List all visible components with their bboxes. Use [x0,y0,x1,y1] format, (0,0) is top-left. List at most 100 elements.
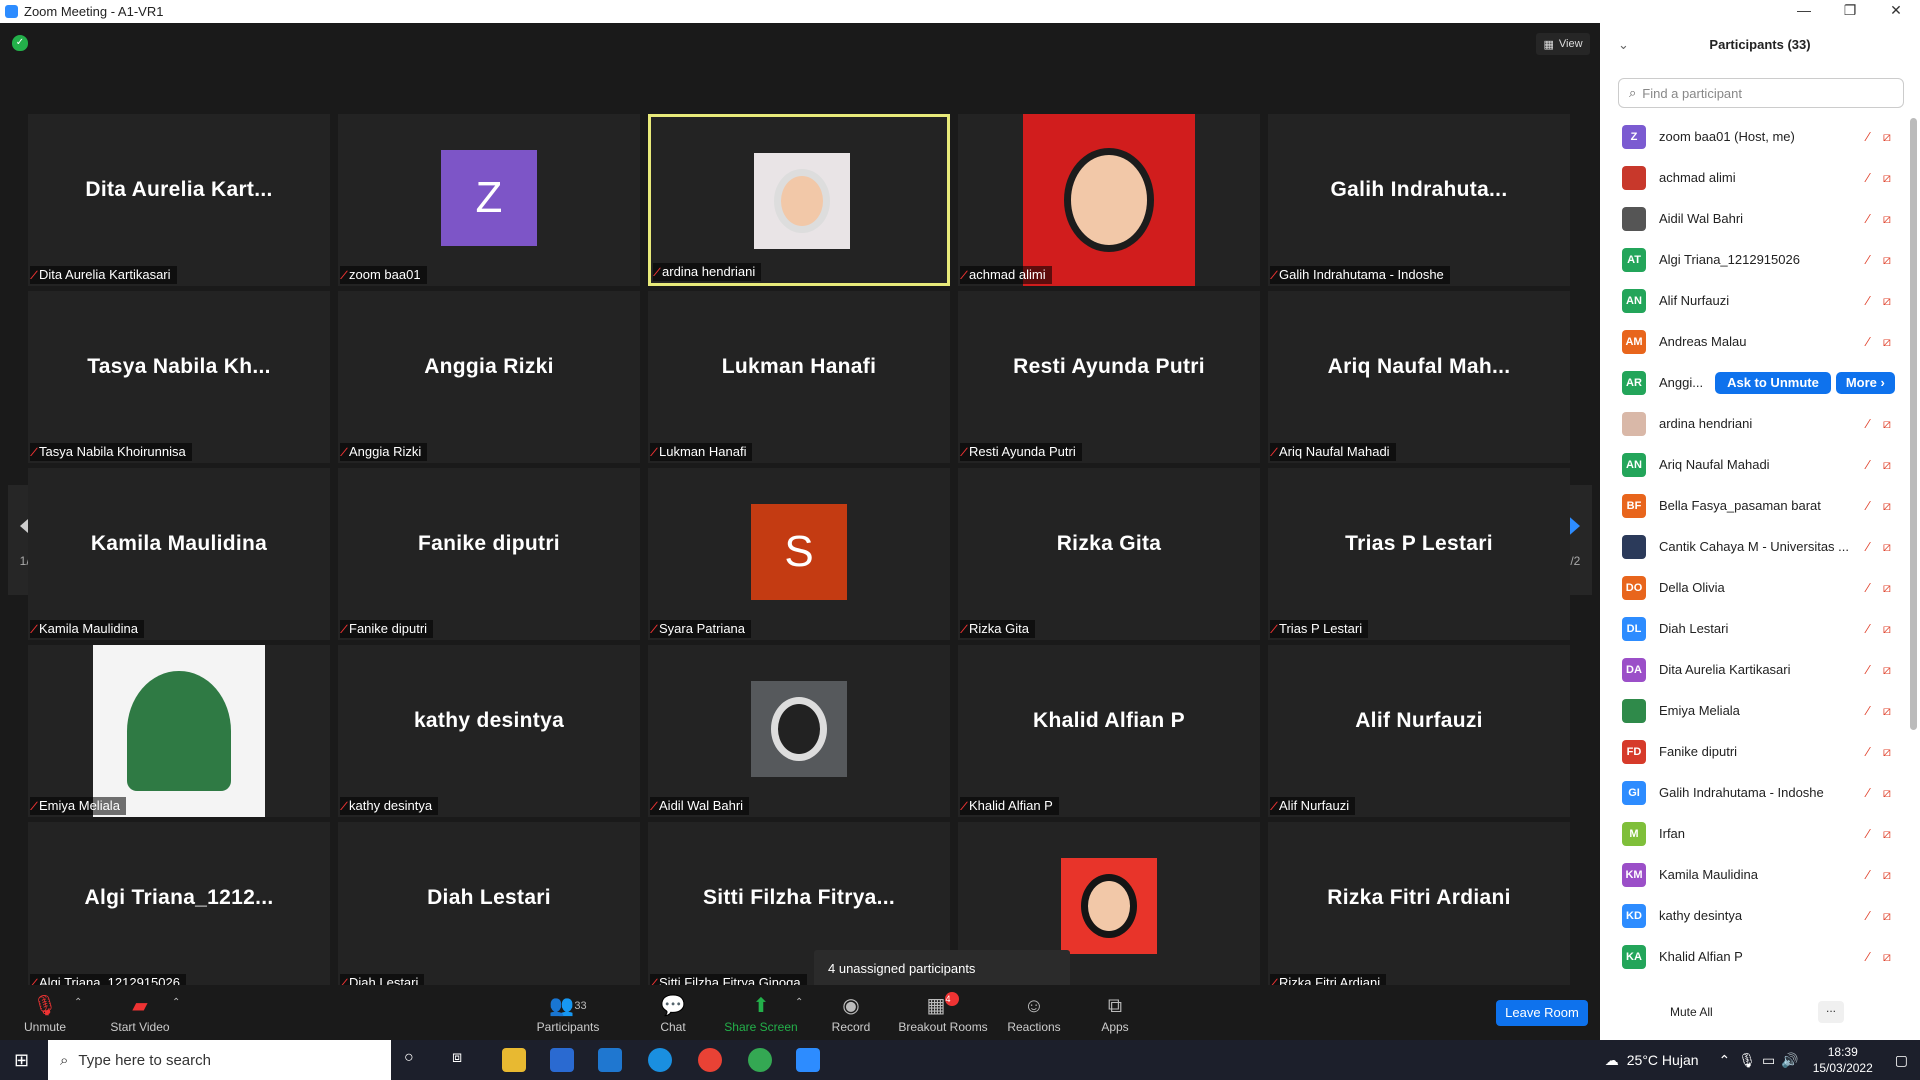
volume-icon[interactable]: 🔊 [1781,1052,1798,1069]
tile-name-text: Fanike diputri [349,621,428,636]
participant-row[interactable]: ardina hendriani ⁄ ⧄ [1600,403,1900,444]
gallery-grid: Dita Aurelia Kart... ⁄ Dita Aurelia Kartik… [28,92,1573,994]
video-tile[interactable]: Alif Nurfauzi ⁄ Alif Nurfauzi [1268,645,1570,817]
tile-name-text: Emiya Meliala [39,798,120,813]
share-screen-button[interactable]: ⬆ Share Screen [724,985,798,1040]
panel-scrollbar[interactable] [1910,118,1917,730]
video-tile[interactable]: Z ⁄ zoom baa01 [338,114,640,286]
video-tile[interactable]: Ariq Naufal Mah... ⁄ Ariq Naufal Mahadi [1268,291,1570,463]
window-title: Zoom Meeting - A1-VR1 [24,4,164,19]
store-icon[interactable] [550,1048,574,1072]
apps-button[interactable]: ⧉ Apps [1100,985,1130,1040]
windows-start-icon[interactable]: ⊞ [14,1050,29,1071]
participants-button[interactable]: 👥33 Participants [536,985,600,1040]
file-explorer-icon[interactable] [502,1048,526,1072]
mute-all-button[interactable]: Mute All [1670,1005,1713,1019]
video-tile[interactable]: Resti Ayunda Putri ⁄ Resti Ayunda Putri [958,291,1260,463]
participant-row[interactable]: GI Galih Indrahutama - Indoshe ⁄ ⧄ [1600,772,1900,813]
security-shield-icon[interactable]: ✓ [12,35,28,51]
notifications-icon[interactable]: ▢ [1895,1052,1908,1069]
participant-row[interactable]: AN Ariq Naufal Mahadi ⁄ ⧄ [1600,444,1900,485]
muted-status-icon: ⁄ ⧄ [1866,292,1896,308]
participant-row[interactable]: AT Algi Triana_1212915026 ⁄ ⧄ [1600,239,1900,280]
video-options-caret-icon[interactable]: ⌃ [172,997,180,1008]
chrome-icon[interactable] [698,1048,722,1072]
participant-row[interactable]: BF Bella Fasya_pasaman barat ⁄ ⧄ [1600,485,1900,526]
participant-avatar: KA [1622,944,1646,969]
task-view-icon[interactable]: ⧈ [452,1049,462,1067]
video-tile[interactable]: kathy desintya ⁄ kathy desintya [338,645,640,817]
video-tile[interactable]: Fanike diputri ⁄ Fanike diputri [338,468,640,640]
minimize-icon[interactable]: — [1784,0,1824,23]
cortana-icon[interactable]: ○ [404,1049,414,1067]
network-icon[interactable]: ▭ [1762,1052,1775,1069]
video-tile[interactable]: Lukman Hanafi ⁄ Lukman Hanafi [648,291,950,463]
more-options-button[interactable]: ... [1818,1001,1844,1023]
taskbar-search[interactable]: ⌕ Type here to search [48,1040,391,1080]
reactions-button[interactable]: ☺ Reactions [1007,985,1060,1040]
zoom-taskbar-icon[interactable] [796,1048,820,1072]
tile-display-name: Trias P Lestari [1345,532,1493,555]
participant-row[interactable]: AR Anggi... Ask to Unmute More › [1600,362,1900,403]
participant-row[interactable]: Cantik Cahaya M - Universitas ... ⁄ ⧄ [1600,526,1900,567]
video-tile[interactable]: ⁄ Emiya Meliala [28,645,330,817]
unmute-button[interactable]: 🎙 Unmute [20,985,70,1040]
participant-row[interactable]: achmad alimi ⁄ ⧄ [1600,157,1900,198]
tile-name-label: ⁄ Trias P Lestari [1270,620,1369,638]
participants-icon: 👥33 [549,995,587,1017]
participant-search[interactable]: ⌕ [1618,78,1904,108]
participant-row[interactable]: DA Dita Aurelia Kartikasari ⁄ ⧄ [1600,649,1900,690]
video-tile[interactable]: ⁄ achmad alimi [958,114,1260,286]
participant-row[interactable]: Emiya Meliala ⁄ ⧄ [1600,690,1900,731]
breakout-rooms-button[interactable]: ▦4 Breakout Rooms [898,985,988,1040]
participant-avatar: AR [1622,370,1646,395]
audio-options-caret-icon[interactable]: ⌃ [74,997,82,1008]
participant-row[interactable]: DO Della Olivia ⁄ ⧄ [1600,567,1900,608]
participant-row[interactable]: M Irfan ⁄ ⧄ [1600,813,1900,854]
tile-name-text: zoom baa01 [349,267,421,282]
view-button[interactable]: ▦ View [1536,33,1590,55]
video-tile[interactable]: Kamila Maulidina ⁄ Kamila Maulidina [28,468,330,640]
video-tile[interactable]: Dita Aurelia Kart... ⁄ Dita Aurelia Kartik… [28,114,330,286]
video-tile[interactable]: Khalid Alfian P ⁄ Khalid Alfian P [958,645,1260,817]
chevron-up-icon[interactable]: ⌃ [1719,1052,1731,1069]
video-tile[interactable]: Galih Indrahuta... ⁄ Galih Indrahutama - I… [1268,114,1570,286]
participant-row[interactable]: KD kathy desintya ⁄ ⧄ [1600,895,1900,936]
mic-tray-icon[interactable]: 🎙 [1738,1052,1756,1069]
ask-to-unmute-button[interactable]: Ask to Unmute [1715,371,1831,394]
participant-row[interactable]: Zzoom baa01 (Host, me) ⁄ ⧄ [1600,116,1900,157]
participant-search-input[interactable] [1642,85,1883,101]
video-tile[interactable]: Rizka Gita ⁄ Rizka Gita [958,468,1260,640]
teamviewer-icon[interactable] [648,1048,672,1072]
participant-row[interactable]: KM Kamila Maulidina ⁄ ⧄ [1600,854,1900,895]
participant-row[interactable]: FD Fanike diputri ⁄ ⧄ [1600,731,1900,772]
mic-muted-icon: ⁄ [1271,268,1277,282]
video-tile[interactable]: Anggia Rizki ⁄ Anggia Rizki [338,291,640,463]
start-video-button[interactable]: ▰ Start Video [106,985,174,1040]
record-button[interactable]: ◉ Record [830,985,872,1040]
clock[interactable]: 18:39 15/03/2022 [1813,1044,1873,1076]
more-button[interactable]: More › [1835,371,1895,394]
video-tile[interactable]: Tasya Nabila Kh... ⁄ Tasya Nabila Khoirunn… [28,291,330,463]
video-tile[interactable]: Rizka Fitri Ardiani ⁄ Rizka Fitri Ardiani [1268,822,1570,994]
participant-row[interactable]: AM Andreas Malau ⁄ ⧄ [1600,321,1900,362]
chat-button[interactable]: 💬 Chat [654,985,692,1040]
chrome-profile-icon[interactable] [748,1048,772,1072]
video-tile[interactable]: S ⁄ Syara Patriana [648,468,950,640]
participant-row[interactable]: DL Diah Lestari ⁄ ⧄ [1600,608,1900,649]
share-options-caret-icon[interactable]: ⌃ [795,997,803,1008]
video-tile[interactable]: ⁄ ardina hendriani [648,114,950,286]
participant-row[interactable]: AN Alif Nurfauzi ⁄ ⧄ [1600,280,1900,321]
video-tile[interactable]: ⁄ Aidil Wal Bahri [648,645,950,817]
video-tile[interactable]: Algi Triana_1212... ⁄ Algi Triana_12129150… [28,822,330,994]
mail-icon[interactable] [598,1048,622,1072]
leave-room-button[interactable]: Leave Room [1496,1000,1588,1026]
video-tile[interactable]: Diah Lestari ⁄ Diah Lestari [338,822,640,994]
maximize-icon[interactable]: ❐ [1830,0,1870,23]
participant-row[interactable]: Aidil Wal Bahri ⁄ ⧄ [1600,198,1900,239]
participant-row[interactable]: KA Khalid Alfian P ⁄ ⧄ [1600,936,1900,977]
participant-name: Alif Nurfauzi [1659,293,1730,308]
video-tile[interactable]: Trias P Lestari ⁄ Trias P Lestari [1268,468,1570,640]
windows-taskbar: ⊞ ⌕ Type here to search ○ ⧈ ☁ 25°C Hujan… [0,1040,1920,1080]
close-icon[interactable]: ✕ [1876,0,1916,23]
